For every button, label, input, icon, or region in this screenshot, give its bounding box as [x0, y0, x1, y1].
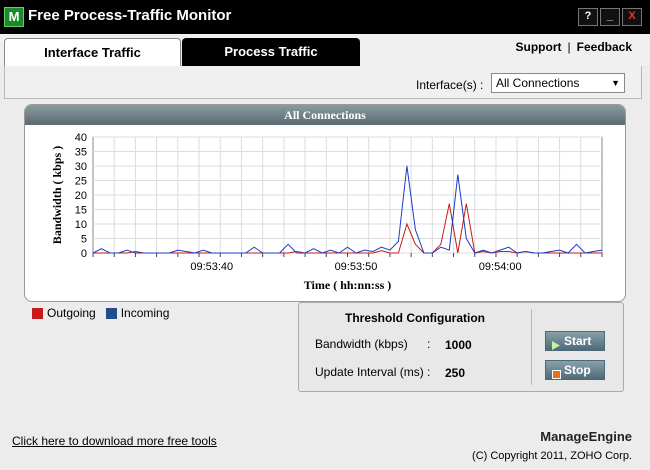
chart-panel: All Connections 0 5 10 15 20 25 30 35 40 09:53:40… — [24, 104, 626, 302]
support-link[interactable]: Support — [516, 40, 562, 54]
link-separator: | — [567, 40, 571, 54]
chevron-down-icon: ▼ — [611, 78, 620, 88]
y-tick-label: 5 — [81, 234, 87, 246]
y-tick-label: 30 — [75, 161, 87, 173]
y-tick-label: 10 — [75, 219, 87, 231]
main-content: Interface(s) : All Connections ▼ All Con… — [0, 66, 650, 470]
tab-interface-traffic[interactable]: Interface Traffic — [4, 38, 181, 66]
download-tools-link[interactable]: Click here to download more free tools — [12, 434, 217, 448]
interval-label: Update Interval (ms) — [315, 365, 424, 379]
interface-bar: Interface(s) : All Connections ▼ — [4, 66, 642, 99]
y-axis-label: Bandwidth ( kbps ) — [50, 146, 64, 244]
copyright-text: (C) Copyright 2011, ZOHO Corp. — [472, 450, 632, 462]
manageengine-logo: ManageEngine — [540, 429, 632, 444]
x-tick-label: 09:54:00 — [479, 261, 522, 273]
bandwidth-chart: 0 5 10 15 20 25 30 35 40 09:53:40 09:53:50 09:54:00… — [50, 132, 603, 292]
minimize-button[interactable]: _ — [600, 8, 620, 26]
window-controls: ? _ X — [578, 8, 642, 26]
interface-select[interactable]: All Connections ▼ — [491, 73, 625, 93]
incoming-swatch — [105, 307, 117, 319]
y-tick-label: 15 — [75, 205, 87, 217]
y-tick-label: 0 — [81, 248, 87, 260]
chart-title: All Connections — [25, 105, 625, 125]
threshold-title: Threshold Configuration — [345, 311, 485, 325]
bandwidth-colon: : — [427, 337, 431, 351]
play-icon — [552, 337, 560, 355]
x-tick-label: 09:53:40 — [190, 261, 233, 273]
stop-icon — [552, 366, 561, 384]
x-axis-label: Time ( hh:nn:ss ) — [304, 278, 391, 292]
y-tick-label: 20 — [75, 190, 87, 202]
close-button[interactable]: X — [622, 8, 642, 26]
stop-button[interactable]: Stop — [545, 360, 605, 380]
legend-outgoing: Outgoing — [47, 306, 96, 320]
app-icon: M — [4, 7, 24, 27]
start-button[interactable]: Start — [545, 331, 605, 351]
interface-label: Interface(s) : — [416, 78, 484, 92]
threshold-panel: Threshold Configuration Bandwidth (kbps)… — [298, 302, 624, 392]
feedback-link[interactable]: Feedback — [577, 40, 632, 54]
outgoing-swatch — [32, 307, 43, 319]
y-tick-label: 35 — [75, 147, 87, 159]
x-tick-label: 09:53:50 — [335, 261, 378, 273]
bandwidth-value: 1000 — [445, 338, 472, 352]
y-tick-label: 25 — [75, 176, 87, 188]
threshold-divider — [531, 309, 532, 385]
legend-incoming: Incoming — [120, 306, 170, 320]
title-bar: M Free Process-Traffic Monitor ? _ X — [0, 0, 650, 34]
help-button[interactable]: ? — [578, 8, 598, 26]
chart-legend: Outgoing Incoming — [32, 306, 169, 320]
start-button-label: Start — [564, 334, 592, 348]
stop-button-label: Stop — [564, 363, 591, 377]
bandwidth-label: Bandwidth (kbps) — [315, 337, 408, 351]
tab-process-traffic[interactable]: Process Traffic — [182, 38, 360, 66]
interface-selected-value: All Connections — [496, 76, 580, 90]
top-links: Support | Feedback — [516, 40, 632, 54]
y-tick-label: 40 — [75, 132, 87, 144]
interval-value: 250 — [445, 366, 466, 380]
window-title: Free Process-Traffic Monitor — [28, 7, 232, 24]
interval-colon: : — [427, 365, 431, 379]
tab-bar: Interface Traffic Process Traffic Suppor… — [0, 34, 650, 66]
